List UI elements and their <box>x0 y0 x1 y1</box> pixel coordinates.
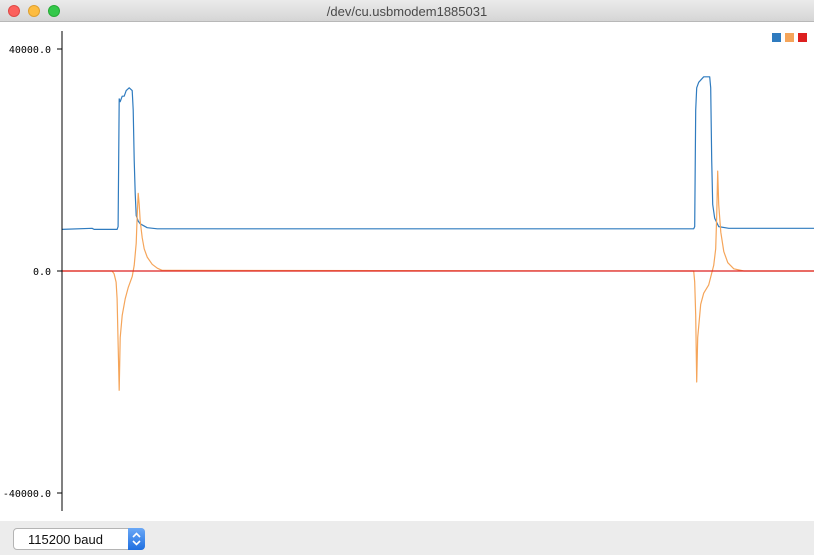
bottom-toolbar: 115200 baud <box>0 521 814 554</box>
legend-swatch-2 <box>785 33 794 42</box>
y-tick-label: 40000.0 <box>9 45 51 56</box>
y-tick-label: -40000.0 <box>3 489 51 500</box>
window-title: /dev/cu.usbmodem1885031 <box>326 4 488 19</box>
baud-rate-value: 115200 baud <box>28 532 103 547</box>
y-axis: 40000.0 0.0 -40000.0 <box>3 31 63 511</box>
y-tick-label: 0.0 <box>33 267 51 278</box>
plot-area: 40000.0 0.0 -40000.0 <box>0 22 814 521</box>
baud-rate-select[interactable]: 115200 baud <box>13 528 145 550</box>
legend-swatch-3 <box>798 33 807 42</box>
legend-swatch-1 <box>772 33 781 42</box>
series-layer <box>61 76 814 391</box>
select-arrows-icon[interactable] <box>128 528 145 550</box>
title-bar[interactable]: /dev/cu.usbmodem1885031 <box>0 0 814 22</box>
series-line-2 <box>62 170 814 391</box>
series-line-1 <box>61 76 814 230</box>
line-chart: 40000.0 0.0 -40000.0 <box>3 31 814 511</box>
legend <box>772 33 807 42</box>
serial-plotter-window: /dev/cu.usbmodem1885031 40000.0 0.0 -40000… <box>0 0 814 554</box>
